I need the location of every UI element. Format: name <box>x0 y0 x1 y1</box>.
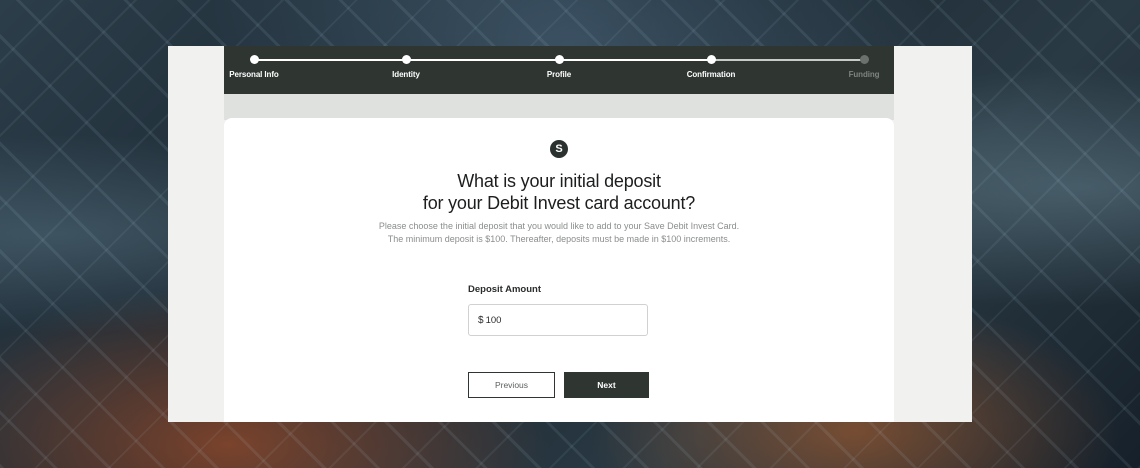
step-personal-info: Personal Info <box>204 55 304 79</box>
progress-bar: Personal Info Identity Profile Confirmat… <box>224 46 894 94</box>
deposit-card: S What is your initial deposit for your … <box>224 118 894 422</box>
step-label: Profile <box>546 70 572 79</box>
previous-button[interactable]: Previous <box>468 372 555 398</box>
title-line-2: for your Debit Invest card account? <box>422 193 696 213</box>
step-dot <box>249 55 259 64</box>
page-title: What is your initial deposit for your De… <box>224 170 894 214</box>
description-line-2: The minimum deposit is $100. Thereafter,… <box>387 234 731 244</box>
description: Please choose the initial deposit that y… <box>224 220 894 246</box>
step-dot <box>859 55 869 64</box>
step-label: Personal Info <box>229 70 279 79</box>
deposit-amount-field[interactable]: $ <box>468 304 648 336</box>
step-dot <box>706 55 716 64</box>
step-confirmation: Confirmation <box>661 55 761 79</box>
step-dot <box>554 55 564 64</box>
step-label: Identity <box>392 70 420 79</box>
brand-logo-icon: S <box>550 140 568 158</box>
app-frame: Personal Info Identity Profile Confirmat… <box>168 46 972 422</box>
currency-prefix: $ <box>478 314 484 326</box>
title-line-1: What is your initial deposit <box>457 171 661 191</box>
step-profile: Profile <box>509 55 609 79</box>
step-label: Funding <box>848 70 880 79</box>
progress-track-complete <box>254 59 711 61</box>
step-funding: Funding <box>814 55 914 79</box>
step-label: Confirmation <box>686 70 736 79</box>
deposit-amount-input[interactable] <box>485 314 626 326</box>
description-line-1: Please choose the initial deposit that y… <box>378 221 740 231</box>
next-button[interactable]: Next <box>564 372 649 398</box>
header-spacer <box>224 94 894 120</box>
deposit-amount-label: Deposit Amount <box>468 284 542 295</box>
step-dot <box>401 55 411 64</box>
step-identity: Identity <box>356 55 456 79</box>
